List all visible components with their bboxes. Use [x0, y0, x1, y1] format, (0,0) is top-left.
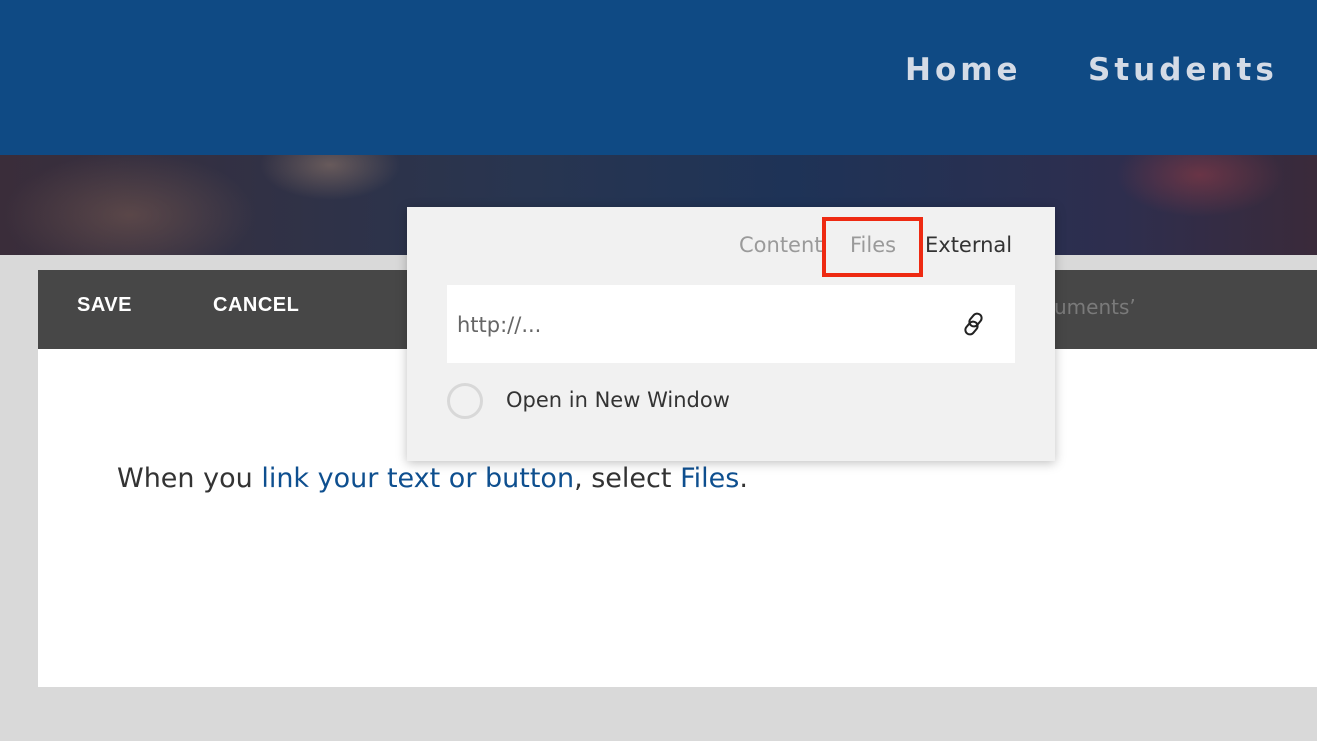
save-button[interactable]: SAVE — [77, 294, 132, 317]
link-popup: Content Files External Open in New Windo… — [407, 207, 1055, 461]
open-new-window-label[interactable]: Open in New Window — [506, 388, 730, 412]
nav-students-link[interactable]: Students — [1088, 52, 1278, 88]
instruction-text-before: When you — [117, 463, 262, 494]
instruction-paragraph: When you link your text or button, selec… — [117, 463, 748, 494]
cancel-button[interactable]: CANCEL — [213, 294, 299, 317]
open-new-window-radio[interactable] — [447, 383, 483, 419]
instruction-text-middle: , select — [574, 463, 681, 494]
files-tab-highlight-box — [822, 217, 923, 277]
toolbar-status-text: cuments’ — [1043, 295, 1136, 319]
link-your-text-link[interactable]: link your text or button — [261, 463, 574, 494]
top-navigation: Home Students — [0, 0, 1317, 155]
files-link[interactable]: Files — [680, 463, 739, 494]
nav-home-link[interactable]: Home — [905, 52, 1022, 88]
url-field-container — [447, 285, 1015, 363]
tab-content[interactable]: Content — [739, 233, 823, 257]
link-icon[interactable] — [961, 311, 987, 341]
url-input[interactable] — [455, 305, 939, 345]
instruction-text-after: . — [739, 463, 748, 494]
tab-external[interactable]: External — [925, 233, 1012, 257]
